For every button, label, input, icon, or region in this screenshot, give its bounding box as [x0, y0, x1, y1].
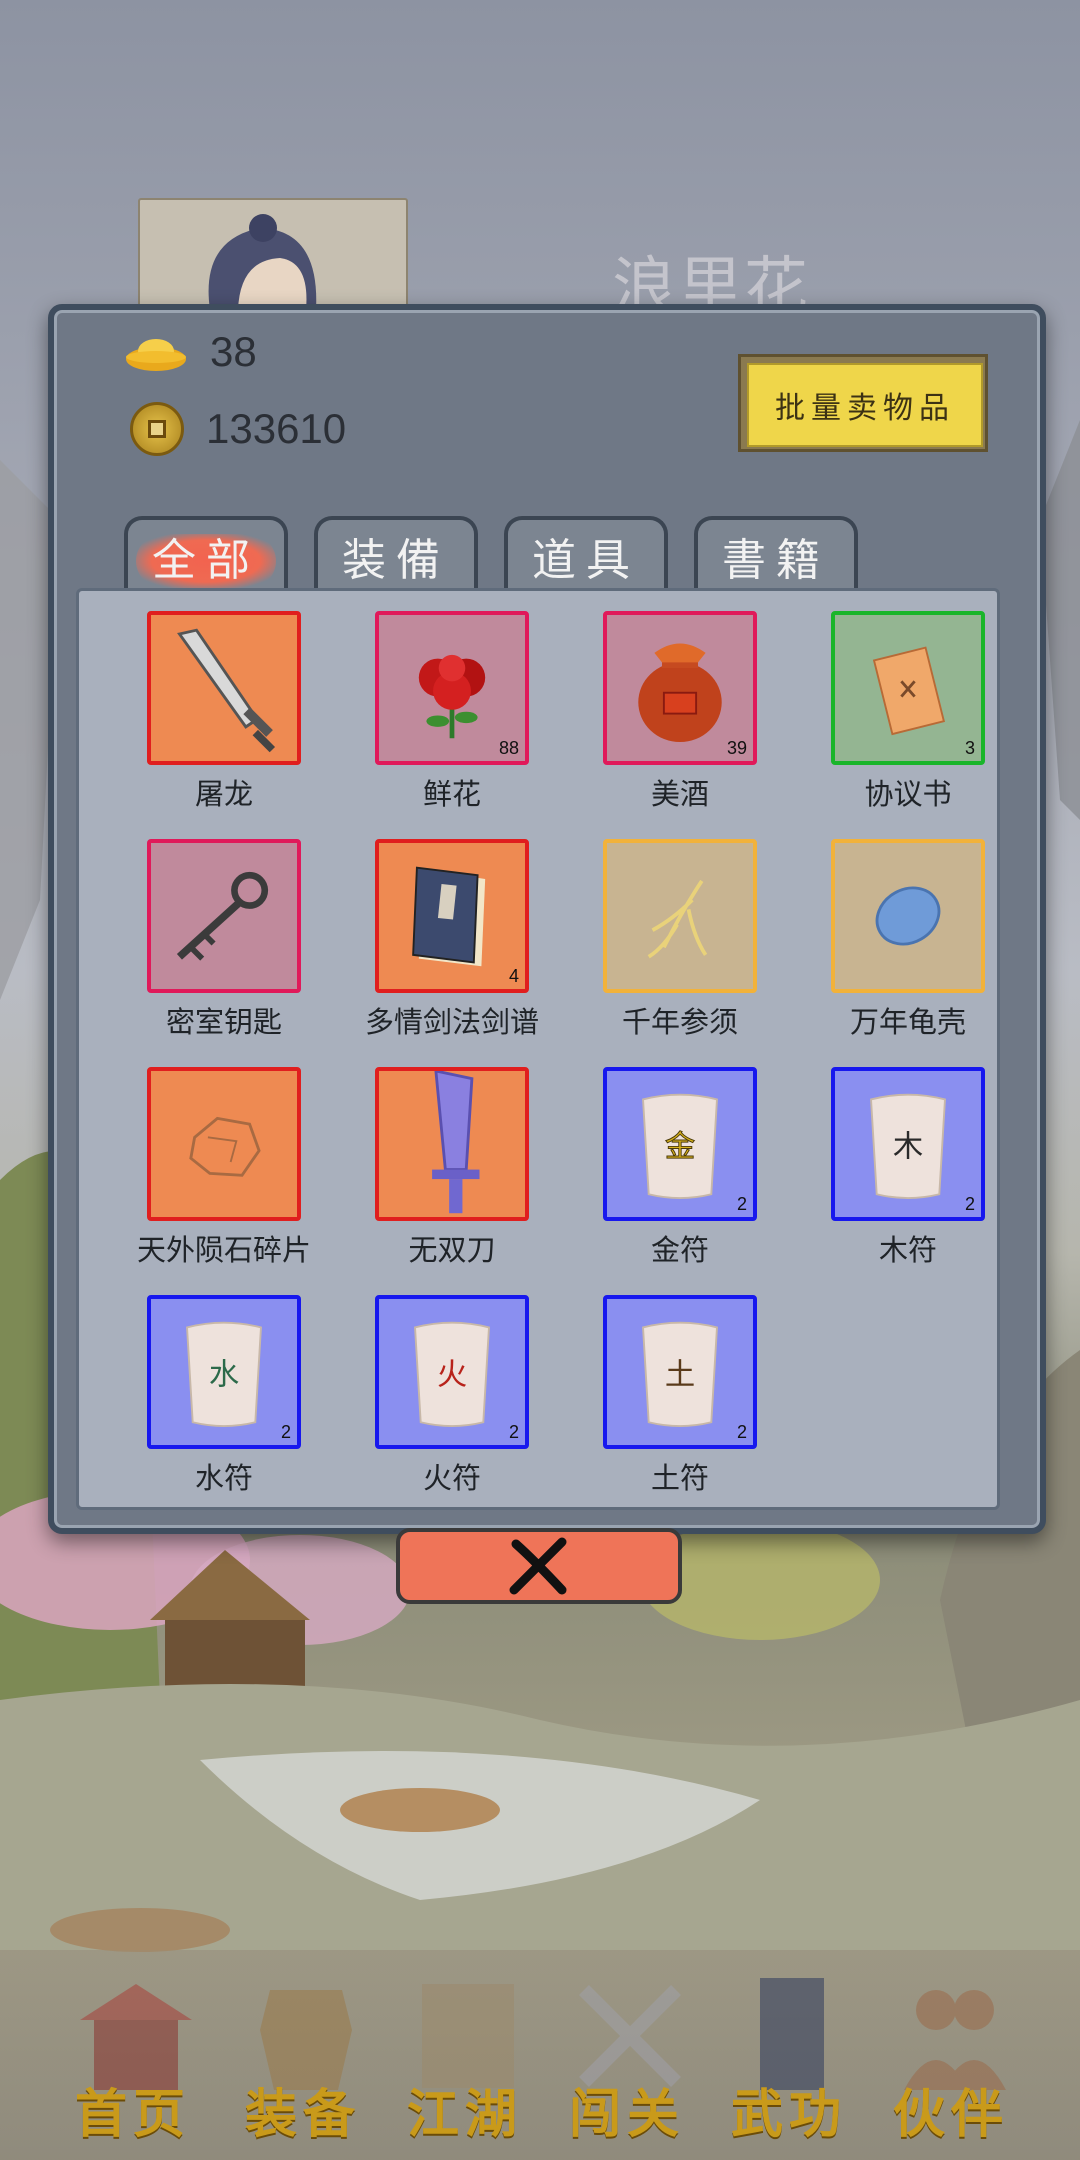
item-slot	[831, 839, 985, 993]
item-slot	[375, 1067, 529, 1221]
talisman-icon: 木	[870, 1093, 946, 1199]
item-slot	[603, 839, 757, 993]
turtle-shell-icon	[875, 886, 941, 946]
talisman-icon: 土	[642, 1321, 718, 1427]
close-button[interactable]	[396, 1528, 682, 1604]
item-slot	[147, 1067, 301, 1221]
nav-jianghu[interactable]: 江湖	[390, 1970, 540, 2145]
item-label: 万年龟壳	[849, 1005, 966, 1039]
talisman-glyph: 金	[665, 1129, 695, 1164]
item-contract[interactable]: 3 协议书	[793, 611, 993, 821]
item-slot: 3	[831, 611, 985, 765]
inventory-panel: 38 133610 批量卖物品 全部 装備 道具 書籍 屠龙 88 鲜花 39 …	[48, 304, 1046, 1534]
gold-ingot-icon	[126, 339, 186, 371]
item-slot: 水 2	[147, 1295, 301, 1449]
item-ginseng[interactable]: 千年参须	[565, 839, 765, 1049]
meteorite-icon	[189, 1116, 261, 1177]
item-earth-talisman[interactable]: 土 2 土符	[565, 1295, 765, 1505]
gold-ingot-balance: 38	[124, 328, 257, 376]
tab-books[interactable]: 書籍	[694, 516, 858, 592]
tab-all[interactable]: 全部	[124, 516, 288, 592]
item-wushuang-blade[interactable]: 无双刀	[337, 1067, 537, 1277]
nav-martial-arts[interactable]: 武功	[714, 1970, 864, 2145]
bottom-nav: 首页 装备 江湖 闯关 武功 伙伴	[0, 1950, 1080, 2160]
item-slot: 金 2	[603, 1067, 757, 1221]
tab-equipment[interactable]: 装備	[314, 516, 478, 592]
item-meteorite[interactable]: 天外陨石碎片	[109, 1067, 311, 1277]
item-slot: 木 2	[831, 1067, 985, 1221]
item-slot	[147, 839, 301, 993]
talisman-glyph: 火	[437, 1357, 467, 1392]
category-tabs: 全部 装備 道具 書籍	[124, 516, 858, 592]
nav-partners[interactable]: 伙伴	[876, 1970, 1026, 2145]
item-grid: 屠龙 88 鲜花 39 美酒 3 协议书 密室钥匙 4 多情剑法剑谱 千年参须 …	[76, 588, 1000, 1510]
item-tulong[interactable]: 屠龙	[109, 611, 309, 821]
item-slot: 88	[375, 611, 529, 765]
item-label: 木符	[878, 1233, 937, 1267]
tab-props[interactable]: 道具	[504, 516, 668, 592]
key-icon	[176, 871, 269, 961]
talisman-glyph: 水	[209, 1357, 239, 1392]
item-turtle-shell[interactable]: 万年龟壳	[793, 839, 993, 1049]
ginseng-icon	[647, 879, 708, 959]
item-slot: 4	[375, 839, 529, 993]
talisman-glyph: 木	[893, 1129, 923, 1164]
coin-balance: 133610	[130, 402, 346, 456]
item-wine[interactable]: 39 美酒	[565, 611, 765, 821]
talisman-icon: 水	[186, 1321, 262, 1427]
item-slot: 土 2	[603, 1295, 757, 1449]
talisman-icon: 火	[414, 1321, 490, 1427]
bulk-sell-label: 批量卖物品	[747, 363, 983, 447]
manual-book-icon	[412, 866, 486, 967]
contract-scroll-icon	[872, 646, 946, 736]
nav-equipment[interactable]: 装备	[228, 1970, 378, 2145]
item-slot: 39	[603, 611, 757, 765]
item-slot	[147, 611, 301, 765]
nav-home[interactable]: 首页	[58, 1970, 208, 2145]
item-gold-talisman[interactable]: 金 2 金符	[565, 1067, 765, 1277]
item-slot: 火 2	[375, 1295, 529, 1449]
coin-count: 133610	[206, 405, 347, 452]
item-label: 协议书	[864, 777, 952, 811]
blade-icon	[432, 1071, 480, 1214]
talisman-icon: 金	[642, 1093, 718, 1199]
item-fire-talisman[interactable]: 火 2 火符	[337, 1295, 537, 1505]
coin-icon	[130, 402, 184, 456]
item-water-talisman[interactable]: 水 2 水符	[109, 1295, 309, 1505]
item-flower[interactable]: 88 鲜花	[337, 611, 537, 821]
item-label: 土符	[650, 1461, 709, 1495]
nav-challenge[interactable]: 闯关	[552, 1970, 702, 2145]
close-icon	[509, 1537, 567, 1595]
item-sword-manual[interactable]: 4 多情剑法剑谱	[337, 839, 539, 1049]
gold-ingot-count: 38	[210, 328, 257, 375]
bulk-sell-button[interactable]: 批量卖物品	[738, 354, 988, 452]
item-wood-talisman[interactable]: 木 2 木符	[793, 1067, 993, 1277]
talisman-glyph: 土	[665, 1357, 695, 1392]
saber-icon	[177, 628, 276, 753]
item-key[interactable]: 密室钥匙	[109, 839, 309, 1049]
character-portrait[interactable]	[138, 198, 408, 312]
